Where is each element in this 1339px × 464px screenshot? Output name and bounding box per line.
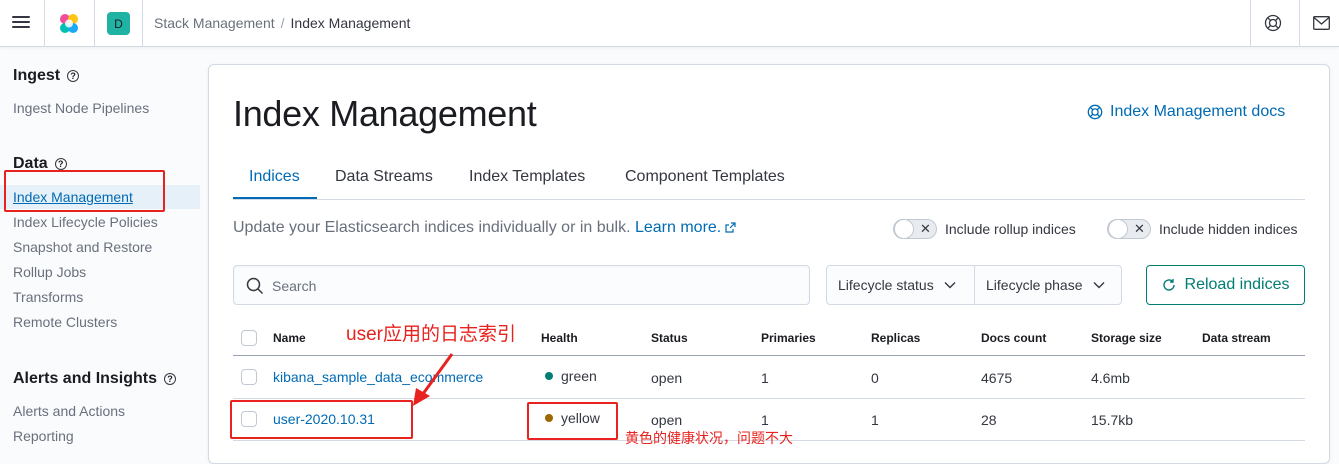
chevron-down-icon	[944, 282, 956, 289]
select-all-checkbox[interactable]	[241, 330, 257, 346]
breadcrumb-stack-management[interactable]: Stack Management	[154, 15, 275, 31]
replicas-cell: 1	[871, 412, 879, 428]
column-header-health[interactable]: Health	[541, 331, 578, 345]
annotation-health-note: 黄色的健康状况，问题不大	[625, 430, 793, 446]
sidebar-section-ingest: Ingest?	[13, 67, 80, 85]
hamburger-menu-icon[interactable]	[11, 13, 31, 33]
sidebar-item-transforms[interactable]: Transforms	[13, 289, 83, 305]
sidebar-nav: Ingest? Ingest Node Pipelines Data? Inde…	[0, 48, 200, 454]
sidebar-item-index-lifecycle-policies[interactable]: Index Lifecycle Policies	[13, 214, 158, 230]
primaries-cell: 1	[761, 412, 769, 428]
sidebar-item-ingest-node-pipelines[interactable]: Ingest Node Pipelines	[13, 100, 149, 116]
column-header-status[interactable]: Status	[651, 331, 688, 345]
tab-indices[interactable]: Indices	[249, 168, 300, 186]
refresh-icon	[1162, 279, 1175, 291]
reload-indices-button[interactable]: Reload indices	[1146, 265, 1305, 305]
tab-data-streams[interactable]: Data Streams	[335, 168, 433, 186]
column-header-storage-size[interactable]: Storage size	[1091, 331, 1162, 345]
row-checkbox[interactable]	[241, 369, 257, 385]
annotation-index-note: user应用的日志索引	[346, 324, 516, 345]
storage-size-cell: 4.6mb	[1091, 370, 1130, 386]
primaries-cell: 1	[761, 370, 769, 386]
search-input[interactable]	[272, 275, 792, 297]
mail-icon[interactable]	[1313, 16, 1330, 30]
description-text: Update your Elasticsearch indices indivi…	[233, 219, 631, 236]
storage-size-cell: 15.7kb	[1091, 412, 1134, 428]
help-question-icon[interactable]: ?	[54, 158, 67, 170]
learn-more-link[interactable]: Learn more.	[635, 219, 736, 236]
search-icon	[246, 277, 264, 295]
column-header-data-stream[interactable]: Data stream	[1202, 331, 1271, 345]
rollup-indices-label: Include rollup indices	[945, 221, 1076, 237]
active-tab-indicator	[233, 197, 317, 199]
hidden-indices-label: Include hidden indices	[1159, 221, 1298, 237]
docs-link[interactable]: Index Management docs	[1087, 103, 1285, 121]
lifecycle-status-filter[interactable]: Lifecycle status	[838, 266, 956, 304]
lifecycle-filter-group: Lifecycle status Lifecycle phase	[826, 265, 1122, 305]
annotation-box-index-management	[4, 170, 165, 212]
page-title: Index Management	[233, 93, 537, 134]
column-header-replicas[interactable]: Replicas	[871, 331, 920, 345]
breadcrumb-separator: /	[280, 15, 285, 31]
status-cell: open	[651, 370, 683, 386]
help-lifebuoy-icon[interactable]	[1264, 14, 1282, 32]
column-header-docs-count[interactable]: Docs count	[981, 331, 1046, 345]
filter-divider	[974, 266, 975, 304]
row-divider	[233, 398, 1305, 399]
breadcrumb: Stack Management / Index Management	[154, 15, 410, 31]
column-header-primaries[interactable]: Primaries	[761, 331, 816, 345]
annotation-arrow-icon	[413, 353, 454, 406]
toggle-knob	[1108, 219, 1128, 239]
sidebar-section-alerts: Alerts and Insights?	[13, 370, 177, 388]
sidebar-section-title: Alerts and Insights	[13, 370, 158, 387]
sidebar-item-alerts-and-actions[interactable]: Alerts and Actions	[13, 403, 125, 419]
filter-label: Lifecycle status	[838, 277, 934, 293]
sidebar-item-snapshot-and-restore[interactable]: Snapshot and Restore	[13, 239, 152, 255]
replicas-cell: 0	[871, 370, 879, 386]
tab-bar: Indices Data Streams Index Templates Com…	[233, 156, 1305, 200]
tab-component-templates[interactable]: Component Templates	[625, 168, 785, 186]
external-link-icon	[725, 222, 736, 233]
page-description: Update your Elasticsearch indices indivi…	[233, 219, 736, 237]
header-divider	[142, 0, 143, 46]
learn-more-label: Learn more.	[634, 219, 722, 236]
reload-indices-label: Reload indices	[1184, 276, 1290, 293]
header-divider	[233, 355, 1305, 356]
header-divider	[94, 0, 95, 46]
lifecycle-phase-filter[interactable]: Lifecycle phase	[986, 266, 1105, 304]
health-indicator: green	[545, 368, 597, 384]
rollup-indices-toggle[interactable]: ✕	[893, 219, 937, 239]
help-question-icon[interactable]: ?	[164, 373, 177, 385]
annotation-box-user-index	[230, 400, 413, 439]
sidebar-item-reporting[interactable]: Reporting	[13, 428, 74, 444]
annotation-box-health-yellow	[527, 402, 618, 440]
lifebuoy-icon	[1087, 104, 1103, 120]
toggle-knob	[894, 219, 914, 239]
health-label: green	[561, 368, 597, 384]
column-header-name[interactable]: Name	[273, 331, 306, 345]
filter-label: Lifecycle phase	[986, 277, 1083, 293]
help-question-icon[interactable]: ?	[67, 70, 80, 82]
sidebar-section-title: Ingest	[13, 67, 61, 84]
top-header: D Stack Management / Index Management	[0, 0, 1339, 47]
elastic-logo-icon[interactable]	[57, 12, 81, 36]
status-cell: open	[651, 412, 683, 428]
hidden-indices-toggle[interactable]: ✕	[1107, 219, 1151, 239]
sidebar-item-remote-clusters[interactable]: Remote Clusters	[13, 314, 117, 330]
header-divider	[1250, 0, 1251, 46]
search-field[interactable]	[233, 265, 810, 305]
tab-index-templates[interactable]: Index Templates	[469, 168, 585, 186]
toggle-off-icon: ✕	[1134, 221, 1145, 236]
docs-count-cell: 4675	[981, 370, 1013, 386]
header-divider	[1299, 0, 1300, 46]
chevron-down-icon	[1093, 282, 1105, 289]
header-divider	[44, 0, 45, 46]
sidebar-item-rollup-jobs[interactable]: Rollup Jobs	[13, 264, 86, 280]
space-avatar[interactable]: D	[107, 12, 130, 35]
docs-link-label: Index Management docs	[1110, 103, 1286, 120]
health-dot-icon	[545, 372, 553, 380]
toggle-off-icon: ✕	[920, 221, 931, 236]
docs-count-cell: 28	[981, 412, 997, 428]
breadcrumb-current: Index Management	[290, 15, 411, 31]
